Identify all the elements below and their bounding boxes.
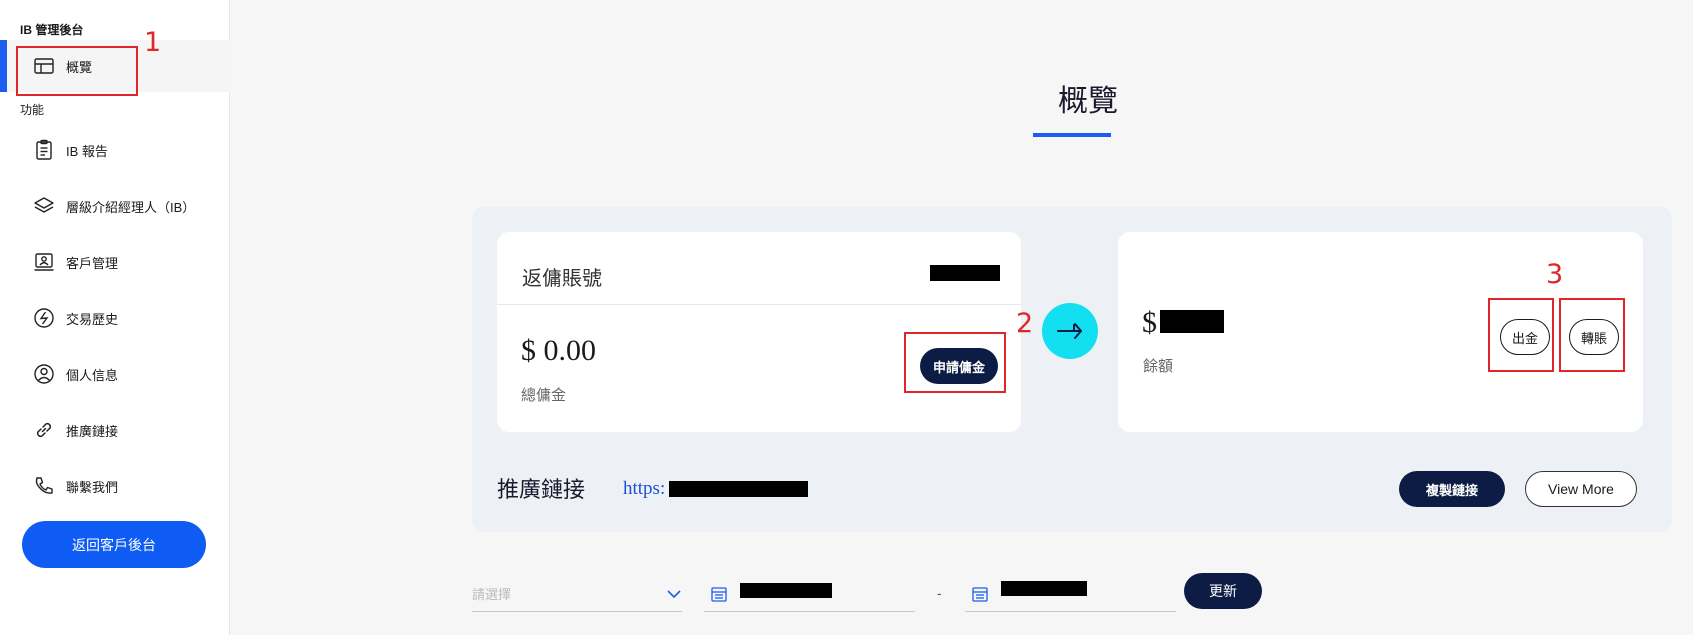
sidebar-item-label: IB 報告 [66,143,108,159]
update-button[interactable]: 更新 [1184,573,1262,609]
view-more-button[interactable]: View More [1525,471,1637,507]
annotation-box-3a [1488,298,1554,372]
date-range-separator: - [937,585,942,601]
sidebar-item-label: 客戶管理 [66,255,119,271]
category-select[interactable]: 請選擇 [472,576,682,612]
sidebar-item-label: 交易歷史 [66,311,119,327]
annotation-number-1: 1 [144,27,162,58]
user-circle-icon [33,363,55,385]
annotation-box-3b [1559,298,1625,372]
balance-label: 餘額 [1143,358,1174,375]
total-commission-label: 總傭金 [521,387,567,404]
sidebar-item-trade-history[interactable]: 交易歷史 [0,292,230,344]
monitor-icon [33,251,55,273]
annotation-number-3: 3 [1546,259,1564,290]
redacted-balance-amount [1160,310,1224,333]
redacted-start-date [740,583,832,598]
redacted-end-date [1001,581,1087,596]
calendar-icon [710,585,728,608]
arrow-right-icon [1057,323,1082,339]
clipboard-icon [33,139,55,161]
rebate-account-title: 返傭賬號 [522,268,602,290]
page-title: 概覽 [1058,85,1118,118]
sidebar-item-promo-link[interactable]: 推廣鏈接 [0,404,230,456]
chevron-down-icon [666,586,682,604]
lightning-circle-icon [33,307,55,329]
total-commission-amount: $ 0.00 [521,334,596,367]
sidebar-item-contact-us[interactable]: 聯繫我們 [0,460,230,512]
card-divider [497,304,1021,305]
promo-link-url[interactable]: https: [623,478,665,500]
layers-icon [33,195,55,217]
sidebar-item-label: 聯繫我們 [66,479,119,495]
redacted-promo-url [669,481,808,497]
copy-link-button[interactable]: 複製鏈接 [1399,471,1505,507]
sidebar-item-personal-info[interactable]: 個人信息 [0,348,230,400]
back-to-client-portal-button[interactable]: 返回客戶後台 [22,521,206,568]
sidebar-section-ib: IB 管理後台 [20,23,84,37]
annotation-number-2: 2 [1016,308,1034,339]
sidebar-item-multi-level-ib[interactable]: 層級介紹經理人（IB） [0,180,230,232]
balance-currency-symbol: $ [1142,306,1157,339]
sidebar-item-label: 層級介紹經理人（IB） [66,199,196,215]
calendar-icon [971,585,989,608]
annotation-box-2 [904,332,1006,393]
sidebar-item-client-management[interactable]: 客戶管理 [0,236,230,288]
annotation-box-1 [16,46,138,96]
sidebar-section-functions: 功能 [20,103,45,117]
promo-link-title: 推廣鏈接 [497,477,586,502]
sidebar-item-label: 推廣鏈接 [66,423,119,439]
select-placeholder: 請選擇 [472,587,512,602]
sidebar-item-label: 個人信息 [66,367,119,383]
redacted-account-number [930,265,1000,281]
transfer-arrow-button[interactable] [1042,303,1098,359]
link-icon [33,419,55,441]
title-underline [1033,133,1111,137]
sidebar-item-ib-report[interactable]: IB 報告 [0,124,230,176]
phone-icon [33,475,55,497]
